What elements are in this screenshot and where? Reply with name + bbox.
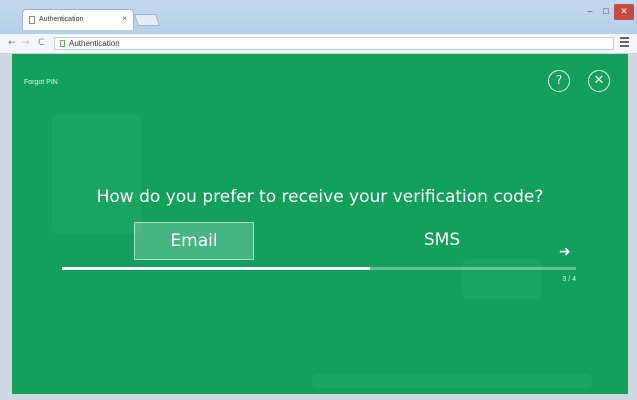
question-heading: How do you prefer to receive your verifi… (96, 187, 544, 207)
page-icon (60, 40, 65, 47)
browser-toolbar: ← → C Authentication (0, 34, 637, 54)
document-icon (29, 16, 35, 24)
window-frame-left (0, 54, 12, 400)
background-ghost (52, 114, 142, 234)
tab-close-icon[interactable]: × (122, 14, 127, 23)
progress-fill (62, 267, 371, 270)
tab-title: Authentication (39, 16, 84, 23)
forward-button[interactable]: → (22, 38, 30, 48)
maximize-button[interactable]: □ (598, 4, 614, 20)
hamburger-menu-icon[interactable] (620, 37, 629, 48)
arrow-right-icon[interactable]: ➜ (559, 244, 571, 260)
help-icon[interactable]: ? (548, 70, 570, 92)
new-tab-button[interactable] (133, 14, 161, 26)
reload-button[interactable]: C (38, 38, 44, 48)
url-text: Authentication (69, 39, 120, 48)
background-ghost (462, 259, 542, 299)
step-indicator: 3 / 4 (562, 276, 576, 283)
address-bar[interactable]: Authentication (54, 37, 614, 50)
forgot-pin-link[interactable]: Forgot PIN (24, 79, 58, 86)
back-button[interactable]: ← (8, 38, 16, 48)
minimize-button[interactable]: – (582, 4, 598, 20)
sms-option-button[interactable]: SMS (382, 222, 502, 260)
browser-tab[interactable]: Authentication × (22, 9, 134, 30)
window-frame-right (628, 54, 637, 400)
window-frame-bottom (0, 394, 637, 400)
email-option-button[interactable]: Email (134, 222, 254, 260)
background-ghost (312, 374, 592, 388)
progress-bar (62, 267, 576, 270)
browser-titlebar: Authentication × – □ ✕ (0, 0, 637, 34)
close-icon[interactable]: ✕ (588, 70, 610, 92)
window-close-button[interactable]: ✕ (614, 4, 634, 20)
authentication-page: Forgot PIN ? ✕ How do you prefer to rece… (12, 54, 628, 394)
